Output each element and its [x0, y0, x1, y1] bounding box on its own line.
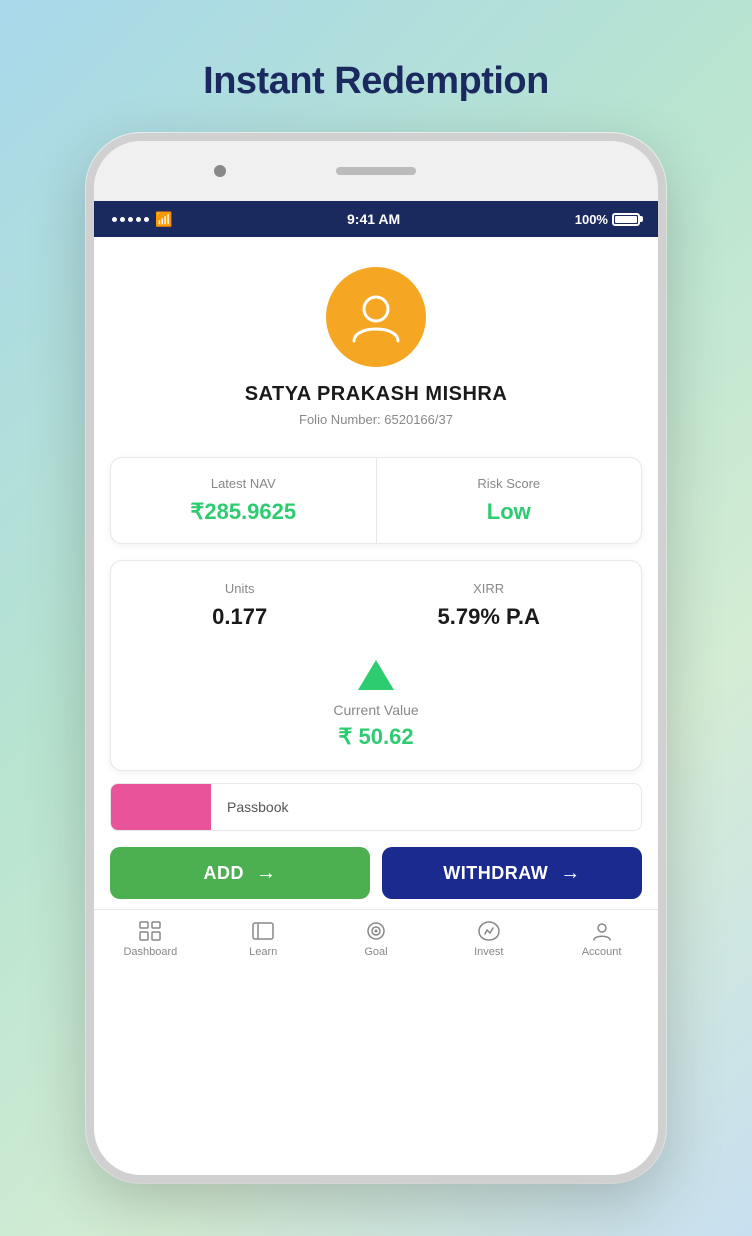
phone-frame: 📶 9:41 AM 100% SATYA PRAKASH MISHRA Foli… — [86, 133, 666, 1183]
risk-value: Low — [487, 499, 531, 525]
units-value: 0.177 — [212, 604, 267, 630]
passbook-tab — [111, 784, 211, 830]
xirr-value: 5.79% P.A — [438, 604, 540, 630]
nav-item-goal[interactable]: Goal — [320, 920, 433, 958]
avatar — [326, 267, 426, 367]
nav-item-account[interactable]: Account — [545, 920, 658, 958]
side-button-left1 — [86, 321, 88, 361]
dot3 — [128, 217, 133, 222]
units-card: Units 0.177 XIRR 5.79% P.A Current Value… — [110, 560, 642, 771]
current-value-section: Current Value ₹ 50.62 — [127, 650, 625, 750]
nav-stat: Latest NAV ₹285.9625 — [111, 458, 377, 543]
xirr-item: XIRR 5.79% P.A — [438, 581, 540, 630]
status-bar: 📶 9:41 AM 100% — [94, 201, 658, 237]
bottom-nav: Dashboard Learn Goal — [94, 909, 658, 974]
phone-bezel-top — [94, 141, 658, 201]
account-icon — [590, 920, 614, 942]
goal-icon — [364, 920, 388, 942]
withdraw-button[interactable]: WITHDRAW → — [382, 847, 642, 899]
nav-label: Latest NAV — [211, 476, 276, 491]
dashboard-icon — [138, 920, 162, 942]
invest-icon — [477, 920, 501, 942]
risk-label: Risk Score — [477, 476, 540, 491]
avatar-section: SATYA PRAKASH MISHRA Folio Number: 65201… — [94, 237, 658, 447]
nav-label-goal: Goal — [364, 946, 387, 958]
current-value: ₹ 50.62 — [338, 724, 413, 750]
dot2 — [120, 217, 125, 222]
add-arrow-icon: → — [256, 862, 277, 885]
dot5 — [144, 217, 149, 222]
wifi-icon: 📶 — [155, 211, 172, 228]
phone-content: SATYA PRAKASH MISHRA Folio Number: 65201… — [94, 237, 658, 1175]
units-item: Units 0.177 — [212, 581, 267, 630]
side-button-right — [664, 351, 666, 411]
status-right: 100% — [575, 212, 640, 227]
passbook-label: Passbook — [211, 799, 304, 815]
nav-label-invest: Invest — [474, 946, 503, 958]
signal-dots — [112, 217, 149, 222]
status-time: 9:41 AM — [347, 211, 400, 227]
trend-up-icon — [358, 660, 394, 690]
speaker — [336, 167, 416, 175]
add-button[interactable]: ADD → — [110, 847, 370, 899]
nav-item-learn[interactable]: Learn — [207, 920, 320, 958]
nav-value: ₹285.9625 — [190, 499, 296, 525]
battery-bar — [612, 213, 640, 226]
xirr-label: XIRR — [473, 581, 504, 596]
units-label: Units — [225, 581, 255, 596]
dot4 — [136, 217, 141, 222]
risk-stat: Risk Score Low — [377, 458, 642, 543]
nav-item-dashboard[interactable]: Dashboard — [94, 920, 207, 958]
nav-label-dashboard: Dashboard — [123, 946, 177, 958]
nav-label-account: Account — [582, 946, 622, 958]
dot1 — [112, 217, 117, 222]
battery-percent: 100% — [575, 212, 608, 227]
stats-card: Latest NAV ₹285.9625 Risk Score Low — [110, 457, 642, 544]
action-buttons: ADD → WITHDRAW → — [110, 847, 642, 899]
passbook-row[interactable]: Passbook — [110, 783, 642, 831]
units-row: Units 0.177 XIRR 5.79% P.A — [127, 581, 625, 630]
side-button-left2 — [86, 381, 88, 421]
current-value-label: Current Value — [333, 702, 418, 718]
learn-icon — [251, 920, 275, 942]
withdraw-label: WITHDRAW — [443, 863, 548, 884]
page-title: Instant Redemption — [203, 60, 549, 103]
status-left: 📶 — [112, 211, 172, 228]
camera — [214, 165, 226, 177]
user-avatar-icon — [348, 289, 404, 345]
withdraw-arrow-icon: → — [560, 862, 581, 885]
battery-fill — [615, 216, 637, 223]
nav-label-learn: Learn — [249, 946, 277, 958]
nav-item-invest[interactable]: Invest — [432, 920, 545, 958]
add-label: ADD — [204, 863, 245, 884]
folio-number: Folio Number: 6520166/37 — [299, 412, 453, 427]
user-name: SATYA PRAKASH MISHRA — [245, 383, 508, 406]
